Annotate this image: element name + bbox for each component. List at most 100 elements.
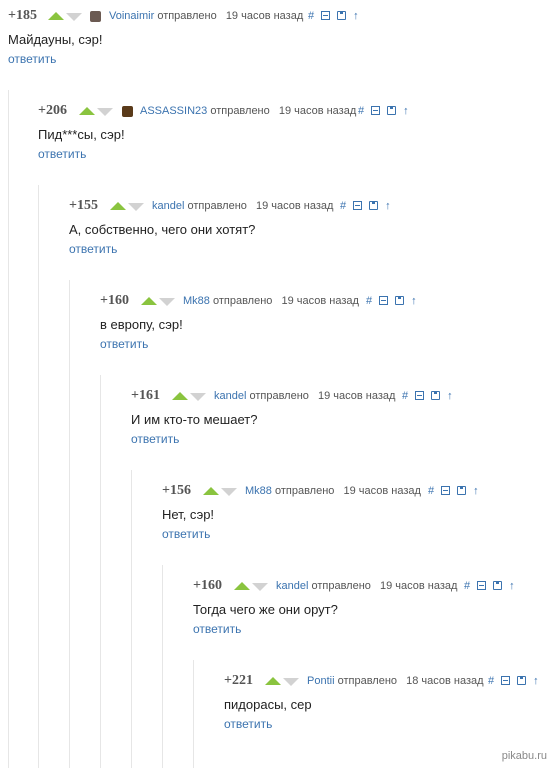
indent-line (38, 185, 39, 768)
upvote-icon[interactable] (110, 202, 126, 210)
collapse-icon[interactable] (379, 296, 389, 305)
upvote-icon[interactable] (265, 677, 281, 685)
parent-arrow-icon[interactable]: ↑ (533, 671, 539, 691)
author-link[interactable]: kandel (276, 580, 308, 592)
sent-label: отправлено (157, 10, 217, 22)
reply-link[interactable]: ответить (8, 52, 56, 66)
comment: +156 Mk88 отправлено 19 часов назад # ↑ Н… (162, 481, 548, 551)
author-link[interactable]: Mk88 (183, 295, 210, 307)
upvote-icon[interactable] (79, 107, 95, 115)
collapse-icon[interactable] (353, 201, 363, 210)
reply-link[interactable]: ответить (69, 242, 117, 256)
avatar[interactable] (122, 106, 133, 117)
timestamp: 19 часов назад (281, 295, 359, 307)
permalink-icon[interactable]: # (464, 576, 470, 596)
upvote-icon[interactable] (203, 487, 219, 495)
comment-text: А, собственно, чего они хотят? (69, 222, 256, 237)
save-icon[interactable] (431, 391, 441, 400)
rating-value: +185 (8, 8, 37, 23)
comment: +206 ASSASSIN23 отправлено 19 часов наза… (38, 101, 548, 171)
comment-text: Нет, сэр! (162, 507, 215, 522)
comment: +160 Mk88 отправлено 19 часов назад # ↑ в… (100, 291, 548, 361)
upvote-icon[interactable] (234, 582, 250, 590)
author-link[interactable]: Pontii (307, 675, 335, 687)
permalink-icon[interactable]: # (428, 481, 434, 501)
comment-text: в европу, сэр! (100, 317, 183, 332)
author-link[interactable]: Voinaimir (109, 10, 154, 22)
collapse-icon[interactable] (477, 581, 487, 590)
comment-tools: # ↑ (340, 196, 398, 216)
timestamp: 18 часов назад (406, 675, 484, 687)
collapse-icon[interactable] (371, 106, 381, 115)
permalink-icon[interactable]: # (366, 291, 372, 311)
reply-link[interactable]: ответить (38, 147, 86, 161)
upvote-icon[interactable] (172, 392, 188, 400)
comment-meta: kandel отправлено 19 часов назад (214, 386, 395, 406)
comment-tools: # ↑ (402, 386, 460, 406)
timestamp: 19 часов назад (317, 390, 396, 402)
upvote-icon[interactable] (141, 297, 157, 305)
save-icon[interactable] (387, 106, 397, 115)
permalink-icon[interactable]: # (402, 386, 408, 406)
rating-value: +161 (131, 388, 160, 403)
comment-meta: Mk88 отправлено 19 часов назад (183, 291, 359, 311)
comment-tools: # ↑ (428, 481, 486, 501)
downvote-icon[interactable] (66, 13, 82, 21)
comment-thread: +185 Voinaimir отправлено 19 часов назад… (0, 0, 553, 768)
save-icon[interactable] (457, 486, 467, 495)
author-link[interactable]: ASSASSIN23 (140, 105, 207, 117)
rating-value: +160 (100, 293, 129, 308)
parent-arrow-icon[interactable]: ↑ (509, 576, 515, 596)
parent-arrow-icon[interactable]: ↑ (411, 291, 417, 311)
comment: +155 kandel отправлено 19 часов назад # ↑… (69, 196, 548, 266)
downvote-icon[interactable] (221, 488, 237, 496)
downvote-icon[interactable] (252, 583, 268, 591)
author-link[interactable]: kandel (214, 390, 246, 402)
parent-arrow-icon[interactable]: ↑ (447, 386, 453, 406)
downvote-icon[interactable] (159, 298, 175, 306)
reply-link[interactable]: ответить (162, 527, 210, 541)
reply-link[interactable]: ответить (193, 622, 241, 636)
indent-line (100, 375, 101, 768)
parent-arrow-icon[interactable]: ↑ (353, 6, 359, 26)
permalink-icon[interactable]: # (308, 6, 314, 26)
author-link[interactable]: Mk88 (245, 485, 272, 497)
permalink-icon[interactable]: # (488, 671, 494, 691)
downvote-icon[interactable] (283, 678, 299, 686)
save-icon[interactable] (395, 296, 405, 305)
parent-arrow-icon[interactable]: ↑ (385, 196, 391, 216)
permalink-icon[interactable]: # (358, 101, 364, 121)
upvote-icon[interactable] (48, 12, 64, 20)
collapse-icon[interactable] (415, 391, 425, 400)
reply-link[interactable]: ответить (224, 717, 272, 731)
comment: +160 kandel отправлено 19 часов назад # ↑… (193, 576, 548, 646)
comment-text: Тогда чего же они орут? (193, 602, 338, 617)
comment-text: И им кто-то мешает? (131, 412, 258, 427)
reply-link[interactable]: ответить (131, 432, 179, 446)
author-link[interactable]: kandel (152, 200, 184, 212)
save-icon[interactable] (337, 11, 347, 20)
indent-line (8, 90, 9, 768)
comment-meta: Mk88 отправлено 19 часов назад (245, 481, 421, 501)
collapse-icon[interactable] (321, 11, 331, 20)
save-icon[interactable] (493, 581, 503, 590)
comment-tools: # ↑ (358, 101, 416, 121)
save-icon[interactable] (517, 676, 527, 685)
collapse-icon[interactable] (441, 486, 451, 495)
comment: +161 kandel отправлено 19 часов назад # ↑… (131, 386, 548, 456)
parent-arrow-icon[interactable]: ↑ (473, 481, 479, 501)
avatar[interactable] (90, 11, 101, 22)
comment-meta: Pontii отправлено 18 часов назад (307, 671, 484, 691)
permalink-icon[interactable]: # (340, 196, 346, 216)
collapse-icon[interactable] (501, 676, 511, 685)
downvote-icon[interactable] (97, 108, 113, 116)
parent-arrow-icon[interactable]: ↑ (403, 101, 409, 121)
sent-label: отправлено (187, 200, 247, 212)
timestamp: 19 часов назад (343, 485, 421, 497)
downvote-icon[interactable] (190, 393, 206, 401)
reply-link[interactable]: ответить (100, 337, 148, 351)
indent-line (162, 565, 163, 768)
save-icon[interactable] (369, 201, 379, 210)
sent-label: отправлено (249, 390, 309, 402)
downvote-icon[interactable] (128, 203, 144, 211)
